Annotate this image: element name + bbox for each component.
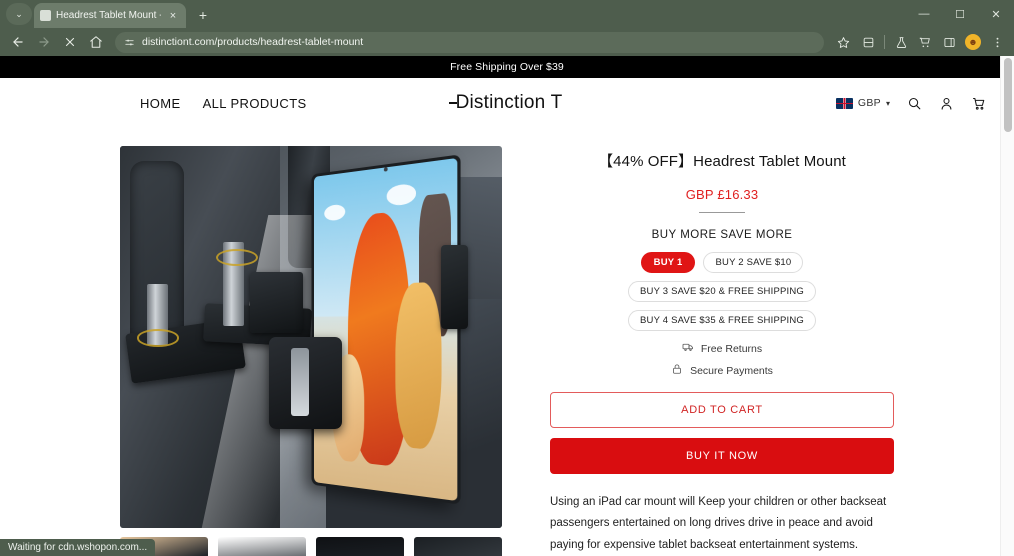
new-tab-button[interactable]: + — [192, 4, 214, 26]
bundle-tier-row-2: BUY 4 SAVE $35 & FREE SHIPPING — [550, 310, 894, 331]
mount-clamp — [249, 272, 304, 334]
shopping-list-icon[interactable] — [914, 31, 936, 53]
close-icon[interactable]: × — [166, 10, 180, 22]
currency-code: GBP — [857, 97, 881, 109]
lock-icon — [671, 363, 683, 378]
bundle-option-buy-4[interactable]: BUY 4 SAVE $35 & FREE SHIPPING — [627, 310, 817, 331]
chevron-down-icon: ▾ — [885, 98, 890, 108]
product-gallery — [0, 146, 502, 556]
tablet-device — [311, 154, 461, 505]
side-panel-icon[interactable] — [938, 31, 960, 53]
tab-strip: ⌄ Headrest Tablet Mount - Disti × + — ☐ … — [0, 0, 1014, 28]
bundle-option-buy-1[interactable]: BUY 1 — [640, 252, 696, 273]
minimize-icon[interactable]: — — [906, 0, 942, 28]
nav-item-all-products[interactable]: ALL PRODUCTS — [203, 96, 307, 111]
header-actions: GBP ▾ — [835, 96, 986, 111]
browser-toolbar: distinctiont.com/products/headrest-table… — [0, 28, 1014, 56]
trust-badges: Free Returns Secure Payments — [550, 341, 894, 378]
add-to-cart-button[interactable]: ADD TO CART — [550, 392, 894, 428]
divider — [699, 212, 745, 213]
product-main-image[interactable] — [120, 146, 502, 528]
gallery-thumbnail[interactable] — [316, 537, 404, 556]
gallery-thumbnail[interactable] — [414, 537, 502, 556]
product-description: Using an iPad car mount will Keep your c… — [550, 496, 887, 551]
status-text: Waiting for cdn.wshopon.com... — [8, 542, 148, 553]
avatar: ☻ — [965, 34, 981, 50]
stop-loading-icon[interactable] — [58, 31, 82, 53]
site-header: HOME ALL PRODUCTS Distinction T GBP ▾ — [0, 78, 1014, 128]
gallery-thumbnail[interactable] — [218, 537, 306, 556]
toolbar-divider — [884, 35, 885, 49]
currency-selector[interactable]: GBP ▾ — [835, 97, 890, 109]
tab-search-button[interactable]: ⌄ — [6, 3, 32, 25]
bundle-option-buy-2[interactable]: BUY 2 SAVE $10 — [703, 252, 804, 273]
badge-label: Free Returns — [700, 342, 763, 355]
chevron-down-icon: ⌄ — [15, 8, 23, 19]
page-scrollbar[interactable] — [1000, 56, 1014, 556]
address-bar[interactable]: distinctiont.com/products/headrest-table… — [115, 31, 824, 53]
badge-secure-payments: Secure Payments — [550, 363, 894, 378]
browser-tab[interactable]: Headrest Tablet Mount - Disti × — [34, 3, 186, 28]
nav-item-home[interactable]: HOME — [140, 96, 181, 111]
tablet-screen — [314, 158, 458, 501]
experiments-flask-icon[interactable] — [890, 31, 912, 53]
logo-text: Distinction T — [448, 92, 563, 114]
product-title: 【44% OFF】Headrest Tablet Mount — [598, 153, 846, 170]
announcement-text: Free Shipping Over $39 — [450, 61, 564, 73]
profile-avatar-icon[interactable]: ☻ — [962, 31, 984, 53]
window-close-icon[interactable]: ✕ — [978, 0, 1014, 28]
back-icon[interactable] — [6, 31, 30, 53]
cart-icon[interactable] — [971, 96, 986, 111]
scrollbar-thumb[interactable] — [1004, 58, 1012, 132]
url-text: distinctiont.com/products/headrest-table… — [142, 36, 364, 48]
tablet-holder-bracket — [268, 337, 342, 429]
tablet-grip-right — [440, 245, 468, 330]
product-section: 【44% OFF】Headrest Tablet Mount GBP £16.3… — [0, 128, 1014, 556]
home-icon[interactable] — [84, 31, 108, 53]
product-details: 【44% OFF】Headrest Tablet Mount GBP £16.3… — [500, 146, 1014, 556]
site-nav: HOME ALL PRODUCTS — [140, 96, 307, 111]
split-screen-icon[interactable] — [857, 31, 879, 53]
browser-window: ⌄ Headrest Tablet Mount - Disti × + — ☐ … — [0, 0, 1014, 556]
site-settings-icon[interactable] — [124, 37, 135, 48]
product-price: GBP £16.33 — [685, 187, 759, 202]
bookmark-star-icon[interactable] — [831, 31, 855, 53]
account-icon[interactable] — [939, 96, 954, 111]
logo-initial: D — [448, 92, 470, 114]
gallery-thumbnails — [120, 537, 502, 556]
adjust-ring-a — [137, 329, 180, 347]
bundle-heading: BUY MORE SAVE MORE — [651, 229, 793, 241]
uk-flag-icon — [835, 97, 853, 109]
screen-character-second — [396, 281, 442, 452]
page-viewport: Free Shipping Over $39 HOME ALL PRODUCTS… — [0, 56, 1014, 556]
forward-icon — [32, 31, 56, 53]
badge-label: Secure Payments — [690, 364, 773, 377]
chrome-menu-icon[interactable] — [986, 31, 1008, 53]
bundle-tier-row-1: BUY 1 BUY 2 SAVE $10 BUY 3 SAVE $20 & FR… — [550, 252, 894, 302]
tab-title: Headrest Tablet Mount - Disti — [56, 10, 161, 21]
window-controls: — ☐ ✕ — [906, 0, 1014, 28]
truck-icon — [682, 341, 694, 356]
buy-it-now-button[interactable]: BUY IT NOW — [550, 438, 894, 474]
search-icon[interactable] — [907, 96, 922, 111]
favicon-icon — [40, 10, 51, 21]
status-bubble: Waiting for cdn.wshopon.com... — [0, 539, 156, 556]
adjust-ring-b — [215, 249, 258, 267]
badge-free-returns: Free Returns — [550, 341, 894, 356]
bundle-option-buy-3[interactable]: BUY 3 SAVE $20 & FREE SHIPPING — [627, 281, 817, 302]
announcement-bar: Free Shipping Over $39 — [0, 56, 1014, 78]
maximize-icon[interactable]: ☐ — [942, 0, 978, 28]
logo-rest: istinction T — [469, 92, 563, 113]
